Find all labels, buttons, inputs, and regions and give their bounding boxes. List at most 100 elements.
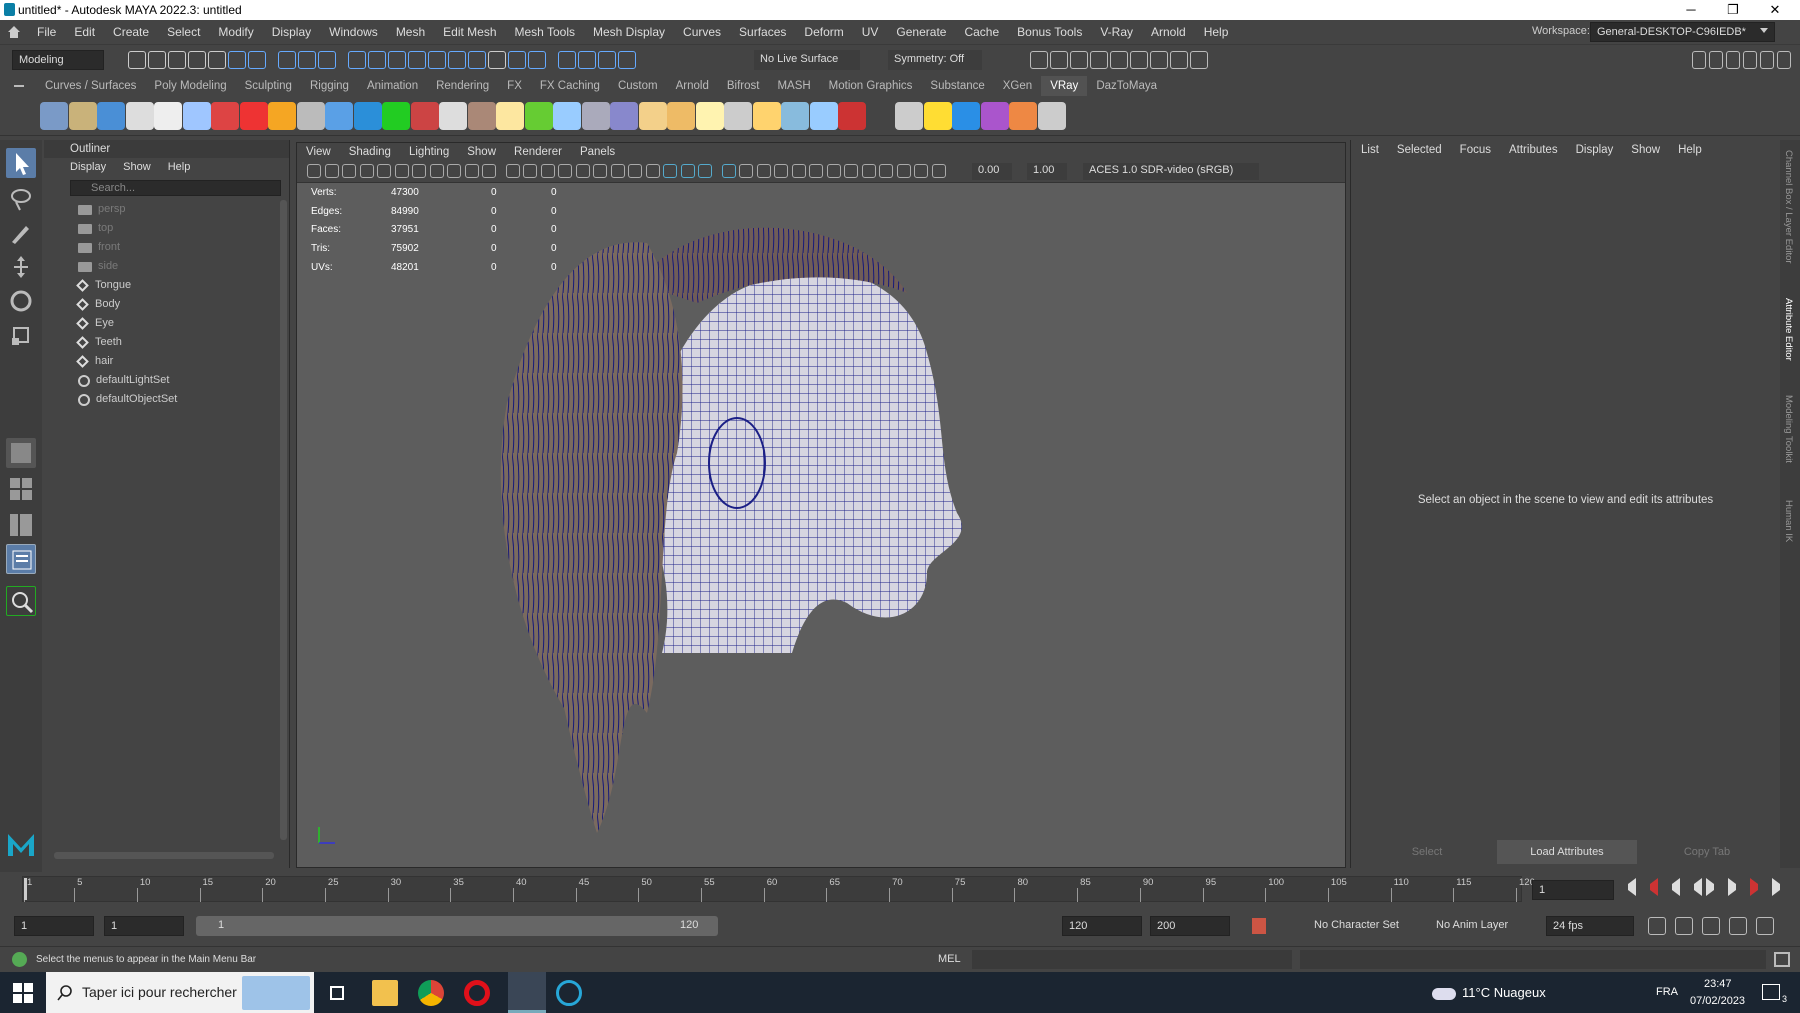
step-back-frame-icon[interactable] bbox=[1662, 878, 1680, 896]
render-tool-icon[interactable] bbox=[1170, 51, 1188, 69]
ae-menu-help[interactable]: Help bbox=[1678, 144, 1702, 156]
shelf-tool-icon[interactable] bbox=[667, 102, 695, 130]
status-tool-icon[interactable] bbox=[448, 51, 466, 69]
viewport-tool-icon[interactable] bbox=[482, 164, 496, 178]
outliner-item-defaultobjectset[interactable]: defaultObjectSet bbox=[44, 390, 289, 409]
shelf-tool-icon[interactable] bbox=[1037, 102, 1066, 130]
shelf-tool-icon[interactable] bbox=[382, 102, 410, 130]
viewport-tool-icon[interactable] bbox=[429, 164, 444, 178]
shelf-tool-icon[interactable] bbox=[610, 102, 638, 130]
status-tool-icon[interactable] bbox=[248, 51, 266, 69]
status-tool-icon[interactable] bbox=[278, 51, 296, 69]
viewport-tool-icon[interactable] bbox=[826, 164, 841, 178]
viewport-tool-icon[interactable] bbox=[774, 164, 788, 178]
shelf-tool-icon[interactable] bbox=[866, 102, 895, 130]
shelf-tool-icon[interactable] bbox=[838, 102, 866, 130]
render-tool-icon[interactable] bbox=[1070, 51, 1088, 69]
persp-outliner-layout-icon[interactable] bbox=[6, 510, 36, 540]
viewport-menu-show[interactable]: Show bbox=[458, 143, 505, 161]
shelf-tool-icon[interactable] bbox=[980, 102, 1009, 130]
menu-generate[interactable]: Generate bbox=[887, 20, 955, 44]
auto-key-icon[interactable] bbox=[1252, 918, 1266, 934]
status-tool-icon[interactable] bbox=[208, 51, 226, 69]
tab-attribute-editor[interactable]: Attribute Editor bbox=[1783, 298, 1794, 361]
shelf-tool-icon[interactable] bbox=[809, 102, 838, 130]
status-tool-icon[interactable] bbox=[348, 51, 366, 69]
shelf-tool-icon[interactable] bbox=[553, 102, 581, 130]
file-explorer-icon[interactable] bbox=[372, 980, 398, 1006]
outliner-item-eye[interactable]: Eye bbox=[44, 314, 289, 333]
tab-channel-box[interactable]: Channel Box / Layer Editor bbox=[1783, 150, 1794, 264]
shelf-tool-icon[interactable] bbox=[752, 102, 781, 130]
viewport-panel[interactable]: View Shading Lighting Show Renderer Pane… bbox=[296, 142, 1346, 868]
menu-mesh[interactable]: Mesh bbox=[387, 20, 434, 44]
viewport-tool-icon[interactable] bbox=[914, 164, 928, 178]
outliner-item-teeth[interactable]: Teeth bbox=[44, 333, 289, 352]
mel-language-toggle[interactable]: MEL bbox=[938, 953, 961, 965]
status-tool-icon[interactable] bbox=[188, 51, 206, 69]
shelf-tool-icon[interactable] bbox=[638, 102, 667, 130]
move-tool-icon[interactable] bbox=[6, 252, 36, 282]
shelf-tab-rigging[interactable]: Rigging bbox=[301, 76, 358, 96]
panel-toggle-icon[interactable] bbox=[1760, 51, 1774, 69]
shelf-tab-fx-caching[interactable]: FX Caching bbox=[531, 76, 609, 96]
step-forward-frame-icon[interactable] bbox=[1728, 878, 1746, 896]
shelf-tab-substance[interactable]: Substance bbox=[921, 76, 993, 96]
tab-modeling-toolkit[interactable]: Modeling Toolkit bbox=[1783, 395, 1794, 463]
shelf-tool-icon[interactable] bbox=[68, 102, 97, 130]
four-view-layout-icon[interactable] bbox=[6, 474, 36, 504]
viewport-tool-icon[interactable] bbox=[342, 164, 356, 178]
outliner-search-input[interactable]: Search... bbox=[70, 180, 281, 196]
outliner-item-side[interactable]: side bbox=[44, 257, 289, 276]
panel-toggle-icon[interactable] bbox=[1777, 51, 1791, 69]
shelf-tool-icon[interactable] bbox=[125, 102, 154, 130]
viewport-tool-icon[interactable] bbox=[610, 164, 625, 178]
go-to-start-icon[interactable] bbox=[1618, 878, 1636, 896]
status-tool-icon[interactable] bbox=[618, 51, 636, 69]
menu-create[interactable]: Create bbox=[104, 20, 158, 44]
viewport-tool-icon[interactable] bbox=[575, 164, 590, 178]
menu-arnold[interactable]: Arnold bbox=[1142, 20, 1195, 44]
menu-bonus-tools[interactable]: Bonus Tools bbox=[1008, 20, 1091, 44]
shelf-tool-icon[interactable] bbox=[154, 102, 182, 130]
shelf-tool-icon[interactable] bbox=[268, 102, 296, 130]
menu-file[interactable]: File bbox=[28, 20, 65, 44]
shelf-tool-icon[interactable] bbox=[724, 102, 752, 130]
status-tool-icon[interactable] bbox=[528, 51, 546, 69]
windows-start-icon[interactable] bbox=[10, 980, 36, 1006]
viewport-tool-icon[interactable] bbox=[558, 164, 572, 178]
viewport-tool-icon[interactable] bbox=[523, 164, 537, 178]
playback-end-field[interactable]: 120 bbox=[1062, 916, 1142, 936]
shelf-tab-daztomaya[interactable]: DazToMaya bbox=[1087, 76, 1166, 96]
menu-deform[interactable]: Deform bbox=[795, 20, 852, 44]
outliner-menu-show[interactable]: Show bbox=[123, 161, 151, 173]
viewport-tool-icon[interactable] bbox=[663, 164, 677, 178]
panel-toggle-icon[interactable] bbox=[1743, 51, 1757, 69]
shelf-tab-animation[interactable]: Animation bbox=[358, 76, 427, 96]
status-tool-icon[interactable] bbox=[388, 51, 406, 69]
home-icon[interactable] bbox=[4, 20, 24, 44]
weather-text[interactable]: 11°C Nuageux bbox=[1462, 985, 1546, 1000]
viewport-tool-icon[interactable] bbox=[809, 164, 823, 178]
viewport-tool-icon[interactable] bbox=[394, 164, 409, 178]
menu-edit[interactable]: Edit bbox=[65, 20, 104, 44]
shelf-tool-icon[interactable] bbox=[325, 102, 353, 130]
render-tool-icon[interactable] bbox=[1030, 51, 1048, 69]
shelf-tab-rendering[interactable]: Rendering bbox=[427, 76, 498, 96]
shelf-tool-icon[interactable] bbox=[496, 102, 524, 130]
loop-icon[interactable] bbox=[1648, 917, 1666, 935]
viewport-menu-view[interactable]: View bbox=[297, 143, 340, 161]
menu-windows[interactable]: Windows bbox=[320, 20, 387, 44]
shelf-tab-mash[interactable]: MASH bbox=[768, 76, 819, 96]
copy-tab-button[interactable]: Copy Tab bbox=[1637, 840, 1777, 864]
viewport-tool-icon[interactable] bbox=[645, 164, 660, 178]
status-tool-icon[interactable] bbox=[298, 51, 316, 69]
clock-date[interactable]: 07/02/2023 bbox=[1690, 995, 1745, 1007]
outliner-menu-display[interactable]: Display bbox=[70, 161, 106, 173]
ae-menu-show[interactable]: Show bbox=[1631, 144, 1660, 156]
current-time-marker[interactable] bbox=[24, 878, 27, 900]
outliner-layout-icon[interactable] bbox=[6, 544, 36, 574]
play-backwards-icon[interactable] bbox=[1684, 878, 1702, 896]
load-attributes-button[interactable]: Load Attributes bbox=[1497, 840, 1637, 864]
status-tool-icon[interactable] bbox=[428, 51, 446, 69]
